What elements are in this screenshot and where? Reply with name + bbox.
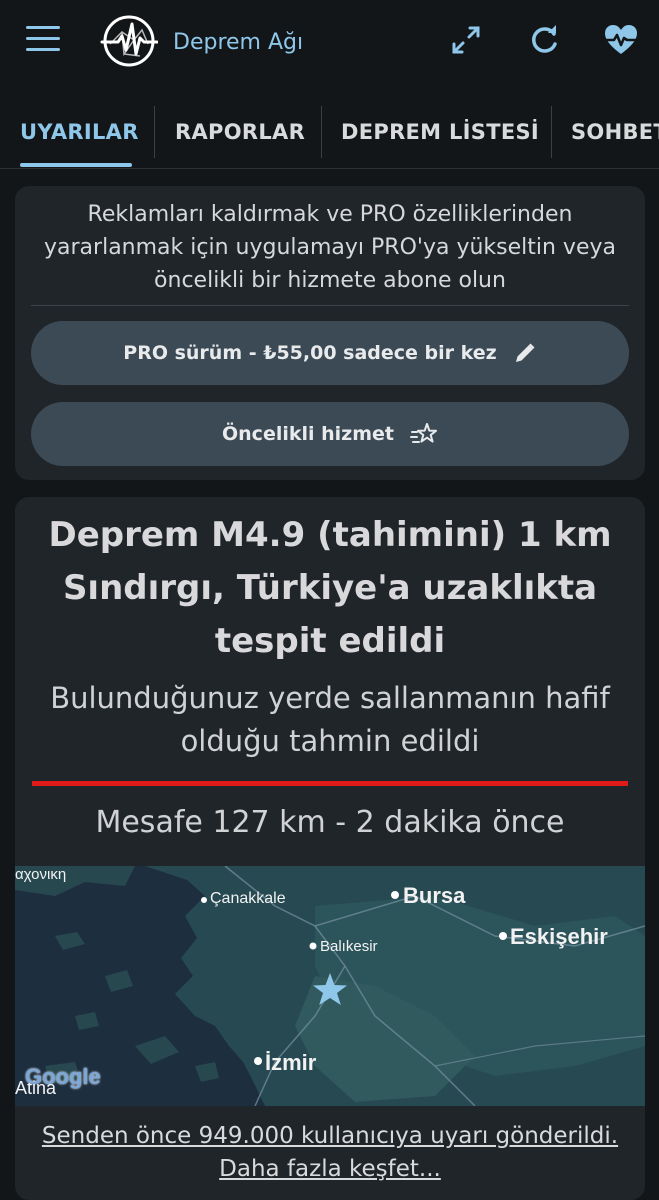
tab-uyarilar[interactable]: UYARILAR bbox=[20, 100, 139, 164]
earthquake-map[interactable]: αχονικη Çanakkale Bursa Balıkesir Eskişe… bbox=[15, 866, 645, 1106]
app-screen: Deprem Ağı UYARILAR RAPORLAR DEPREM LİST… bbox=[0, 0, 659, 1200]
pro-upgrade-card: Reklamları kaldırmak ve PRO özelliklerin… bbox=[15, 186, 645, 480]
pro-version-button-label: PRO sürüm - ₺55,00 sadece bir kez bbox=[123, 342, 497, 364]
alert-stats-link[interactable]: Senden önce 949.000 kullanıcıya uyarı gö… bbox=[35, 1120, 625, 1186]
map-label-bursa: Bursa bbox=[403, 883, 466, 908]
map-label-eskisehir: Eskişehir bbox=[510, 924, 608, 949]
tab-raporlar[interactable]: RAPORLAR bbox=[175, 100, 305, 164]
tab-divider bbox=[321, 106, 322, 158]
map-label-balikesir: Balıkesir bbox=[320, 938, 378, 955]
expand-icon[interactable] bbox=[448, 22, 484, 58]
app-bar: Deprem Ağı bbox=[0, 0, 659, 88]
tab-divider bbox=[154, 106, 155, 158]
priority-service-button[interactable]: Öncelikli hizmet bbox=[31, 402, 629, 466]
heart-pulse-icon[interactable] bbox=[603, 22, 639, 58]
map-terrain bbox=[15, 866, 645, 1106]
hamburger-menu-icon[interactable] bbox=[26, 26, 62, 54]
earthquake-alert-card: Deprem M4.9 (tahimini) 1 km Sındırgı, Tü… bbox=[15, 497, 645, 1200]
earthquake-title: Deprem M4.9 (tahimini) 1 km Sındırgı, Tü… bbox=[48, 515, 612, 661]
map-label-greek: αχονικη bbox=[15, 866, 67, 883]
active-tab-indicator bbox=[20, 163, 132, 167]
tab-sohbet[interactable]: SOHBET bbox=[571, 100, 659, 164]
pro-version-button[interactable]: PRO sürüm - ₺55,00 sadece bir kez bbox=[31, 321, 629, 385]
tab-deprem-listesi[interactable]: DEPREM LİSTESİ bbox=[341, 100, 539, 164]
google-logo: Google bbox=[25, 1064, 101, 1089]
shaking-estimate: Bulunduğunuz yerde sallanmanın hafif old… bbox=[50, 681, 610, 758]
refresh-icon[interactable] bbox=[526, 22, 562, 58]
map-label-canakkale: Çanakkale bbox=[210, 890, 286, 907]
app-title: Deprem Ağı bbox=[173, 30, 304, 55]
sparkle-star-icon bbox=[410, 423, 437, 443]
app-logo-icon bbox=[100, 15, 158, 67]
tab-divider bbox=[551, 106, 552, 158]
tab-bar: UYARILAR RAPORLAR DEPREM LİSTESİ SOHBET bbox=[0, 100, 659, 169]
divider bbox=[31, 305, 629, 306]
pro-upgrade-text: Reklamları kaldırmak ve PRO özelliklerin… bbox=[44, 202, 616, 293]
priority-service-button-label: Öncelikli hizmet bbox=[222, 423, 394, 445]
map-label-izmir: İzmir bbox=[265, 1050, 317, 1075]
pencil-icon bbox=[515, 343, 535, 362]
alert-intensity-bar bbox=[32, 781, 628, 786]
distance-time: Mesafe 127 km - 2 dakika önce bbox=[95, 805, 565, 840]
